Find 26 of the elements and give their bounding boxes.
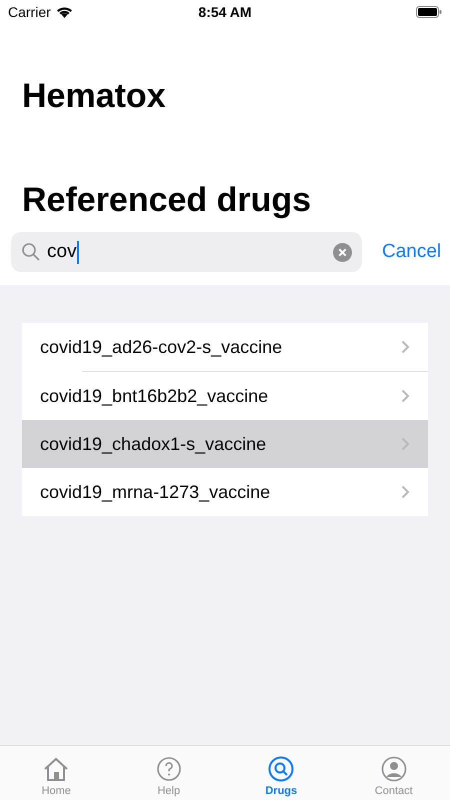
- text-cursor: [76, 240, 79, 264]
- search-field[interactable]: cov: [11, 232, 362, 272]
- chevron-icon: [401, 485, 410, 499]
- chevron-icon: [401, 437, 410, 451]
- chevron-icon: [401, 340, 410, 354]
- app-title: Hematox: [22, 76, 167, 116]
- section-title: Referenced drugs: [22, 180, 312, 220]
- drug-name: covid19_bnt16b2b2_vaccine: [40, 386, 268, 406]
- drug-name: covid19_ad26-cov2-s_vaccine: [40, 336, 282, 358]
- carrier-label: Carrier: [8, 4, 51, 20]
- home-icon: [42, 755, 70, 783]
- search-icon: [267, 755, 296, 783]
- drug-name: covid19_mrna-1273_vaccine: [40, 482, 270, 502]
- battery-icon: [416, 6, 442, 18]
- clock-time: 8:54 AM: [198, 4, 252, 20]
- cancel-button[interactable]: Cancel: [382, 241, 442, 263]
- clear-icon[interactable]: [333, 242, 352, 262]
- wifi-icon: [56, 6, 73, 18]
- person-icon: [380, 755, 408, 783]
- drug-name: covid19_chadox1-s_vaccine: [40, 434, 266, 454]
- help-icon: [154, 755, 183, 783]
- drug-row[interactable]: covid19_chadox1-s_vaccine: [22, 420, 428, 468]
- search-query: cov: [47, 241, 77, 263]
- search-icon: [21, 242, 41, 262]
- chevron-icon: [401, 389, 410, 403]
- tab-item[interactable]: Drugs: [225, 746, 338, 800]
